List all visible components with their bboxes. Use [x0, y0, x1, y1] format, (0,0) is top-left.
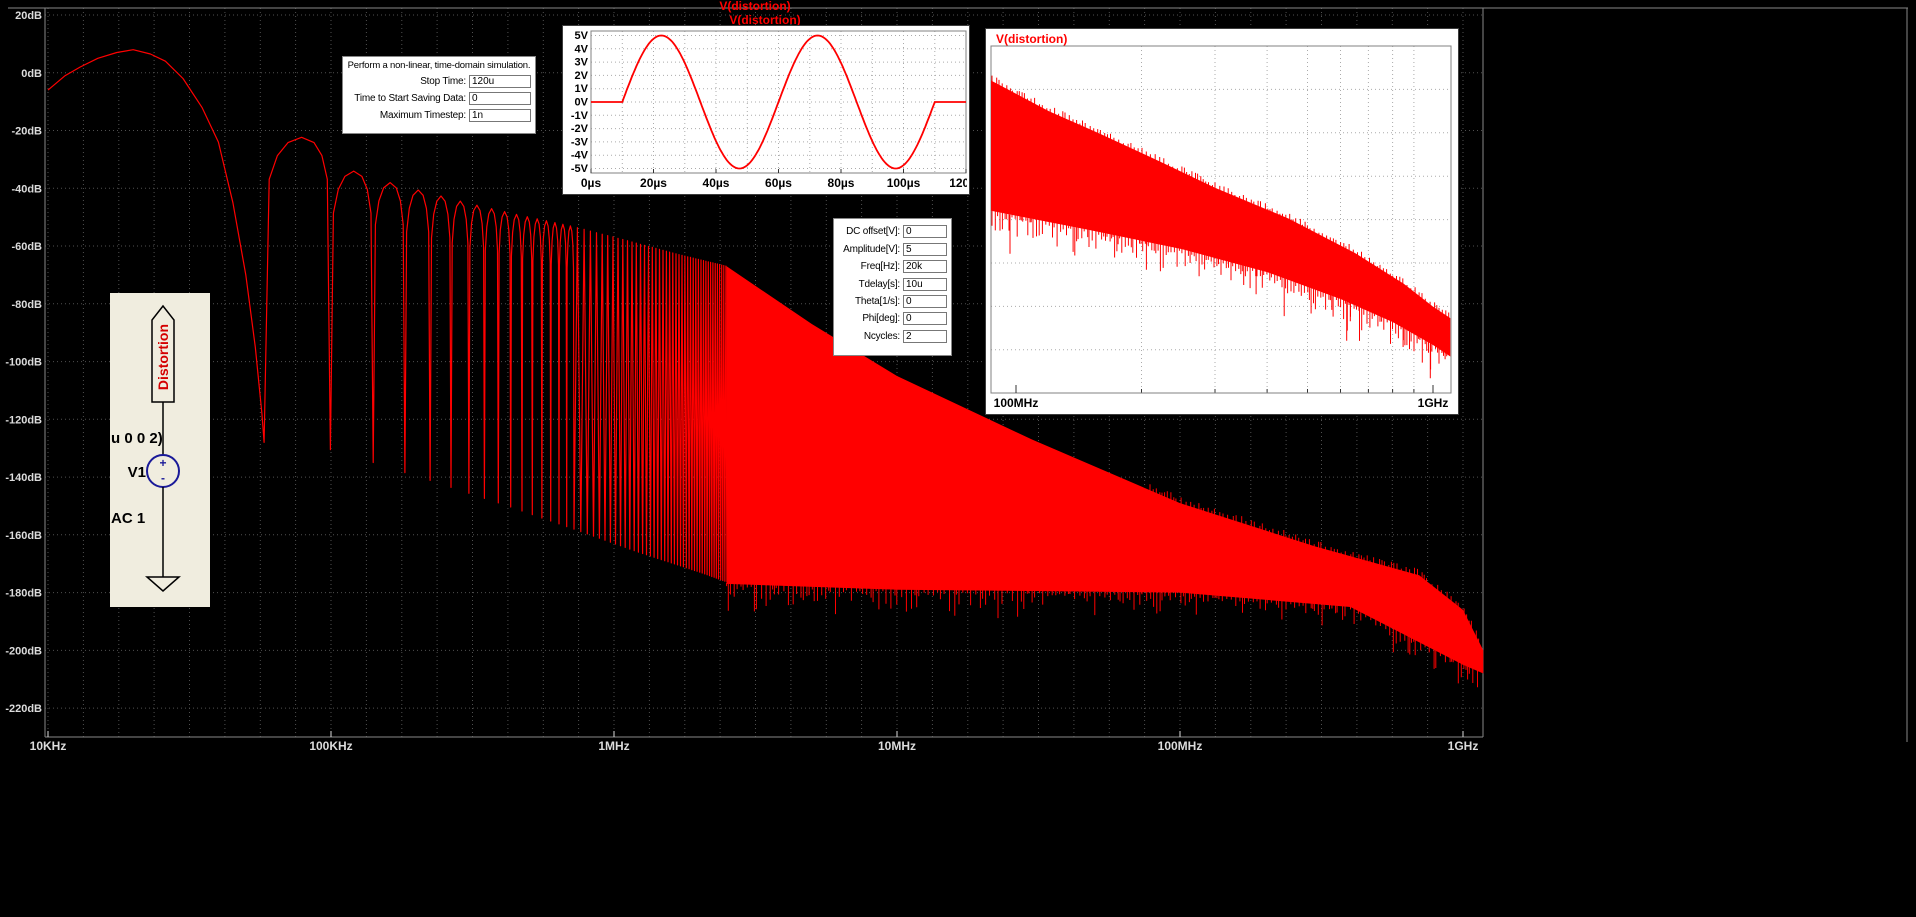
- y-tick-label: -60dB: [11, 241, 42, 253]
- y-tick-label: -20dB: [11, 126, 42, 138]
- stop-time-label: Stop Time:: [420, 76, 466, 87]
- y-tick-label: -140dB: [5, 472, 42, 484]
- field-row: Time to Start Saving Data: 0: [343, 92, 535, 105]
- field-row: Tdelay[s]: 10u: [834, 277, 951, 291]
- phi-label: Phi[deg]:: [862, 313, 900, 325]
- fft-zoom-inset-panel[interactable]: V(distortion) 100MHz 1GHz: [985, 28, 1459, 415]
- dc-offset-label: DC offset[V]:: [846, 226, 900, 238]
- phi-input[interactable]: 0: [903, 312, 947, 326]
- y-tick-label: -3V: [571, 136, 589, 148]
- y-tick-label: -200dB: [5, 645, 42, 657]
- y-tick-label: -160dB: [5, 530, 42, 542]
- plus-sign: +: [159, 456, 166, 470]
- y-tick-label: -40dB: [11, 183, 42, 195]
- field-row: Maximum Timestep: 1n: [343, 109, 535, 122]
- sine-source-dialog: DC offset[V]: 0 Amplitude[V]: 5 Freq[Hz]…: [833, 218, 952, 356]
- field-row: Amplitude[V]: 5: [834, 242, 951, 256]
- minus-sign: -: [161, 471, 165, 485]
- y-tick-label: -120dB: [5, 414, 42, 426]
- ncycles-label: Ncycles:: [863, 330, 900, 342]
- field-row: DC offset[V]: 0: [834, 225, 951, 239]
- zoom-band: [991, 80, 1451, 357]
- y-tick-label: -5V: [571, 163, 589, 175]
- tran-y-labels: 5V4V 3V2V1V 0V-1V-2V-3V -4V-5V: [571, 30, 589, 175]
- x-tick-label: 10MHz: [878, 739, 916, 753]
- y-tick-label: -4V: [571, 150, 589, 162]
- field-row: Freq[Hz]: 20k: [834, 260, 951, 274]
- schematic-fragment[interactable]: Distortion u 0 0 2) + - V1 AC 1: [110, 293, 210, 607]
- x-tick-label: 1GHz: [1418, 396, 1449, 410]
- y-tick-label: 5V: [575, 30, 589, 42]
- ground-symbol[interactable]: [145, 576, 181, 592]
- y-tick-label: -100dB: [5, 357, 42, 369]
- y-tick-label: -80dB: [11, 299, 42, 311]
- theta-input[interactable]: 0: [903, 294, 947, 308]
- field-row: Phi[deg]: 0: [834, 312, 951, 326]
- tdelay-label: Tdelay[s]:: [858, 278, 901, 290]
- y-tick-label: 4V: [575, 43, 589, 55]
- amplitude-label: Amplitude[V]:: [843, 243, 900, 255]
- x-tick-label: 1GHz: [1448, 739, 1479, 753]
- x-tick-label: 10KHz: [30, 739, 67, 753]
- zoom-x-labels: 100MHz 1GHz: [994, 385, 1449, 410]
- max-timestep-label: Maximum Timestep:: [379, 110, 466, 121]
- freq-label: Freq[Hz]:: [860, 261, 901, 273]
- max-timestep-input[interactable]: 1n: [469, 109, 531, 122]
- y-tick-label: -180dB: [5, 588, 42, 600]
- y-tick-label: -2V: [571, 123, 589, 135]
- source-designator[interactable]: V1: [128, 464, 146, 481]
- freq-input[interactable]: 20k: [903, 260, 947, 274]
- field-row: Ncycles: 2: [834, 329, 951, 343]
- x-tick-label: 100MHz: [994, 396, 1039, 410]
- transient-settings-dialog: Perform a non-linear, time-domain simula…: [342, 56, 536, 134]
- y-tick-label: 0V: [575, 97, 589, 109]
- x-tick-label: 1MHz: [598, 739, 629, 753]
- x-tick-label: 100KHz: [309, 739, 352, 753]
- field-row: Stop Time: 120u: [343, 75, 535, 88]
- ltspice-window: 20dB 0dB -20dB -40dB -60dB -80dB -100dB -120dB -…: [0, 0, 1916, 917]
- dialog-caption: Perform a non-linear, time-domain simula…: [347, 60, 531, 71]
- x-tick-label: 120µs: [949, 176, 967, 190]
- main-y-axis-labels: 20dB 0dB -20dB -40dB -60dB -80dB -100dB -120dB -…: [5, 10, 42, 715]
- y-tick-label: 2V: [575, 70, 589, 82]
- x-tick-label: 0µs: [581, 176, 602, 190]
- net-label-text[interactable]: Distortion: [155, 324, 171, 390]
- x-tick-label: 40µs: [703, 176, 730, 190]
- start-saving-input[interactable]: 0: [469, 92, 531, 105]
- field-row: Theta[1/s]: 0: [834, 294, 951, 308]
- x-tick-label: 60µs: [765, 176, 792, 190]
- y-tick-label: -1V: [571, 110, 589, 122]
- y-tick-label: 0dB: [21, 68, 42, 80]
- transient-inset-panel[interactable]: 5V 4V 3V 2V 1V 0V -1V -2V -3V -4V -5V 0µs 20µs 40µs 60…: [562, 25, 970, 195]
- x-tick-label: 100MHz: [1158, 739, 1203, 753]
- x-tick-label: 80µs: [828, 176, 855, 190]
- y-tick-label: 3V: [575, 57, 589, 69]
- y-tick-label: -220dB: [5, 703, 42, 715]
- source-value-text[interactable]: u 0 0 2): [111, 430, 163, 447]
- main-plot-title: V(distortion): [719, 0, 791, 13]
- start-saving-label: Time to Start Saving Data:: [354, 93, 466, 104]
- tdelay-input[interactable]: 10u: [903, 277, 947, 291]
- x-tick-label: 100µs: [887, 176, 921, 190]
- y-tick-label: 20dB: [15, 10, 42, 22]
- dc-offset-input[interactable]: 0: [903, 225, 947, 239]
- x-tick-label: 20µs: [640, 176, 667, 190]
- y-tick-label: 1V: [575, 83, 589, 95]
- tran-x-labels: 0µs 20µs 40µs 60µs 80µs 100µs 120µs: [581, 169, 967, 190]
- source-ac-spec[interactable]: AC 1: [111, 510, 145, 527]
- main-x-axis-labels: 10KHz 100KHz 1MHz 10MHz 100MHz 1GHz: [30, 731, 1479, 753]
- stop-time-input[interactable]: 120u: [469, 75, 531, 88]
- ncycles-input[interactable]: 2: [903, 329, 947, 343]
- amplitude-input[interactable]: 5: [903, 242, 947, 256]
- theta-label: Theta[1/s]:: [854, 295, 900, 307]
